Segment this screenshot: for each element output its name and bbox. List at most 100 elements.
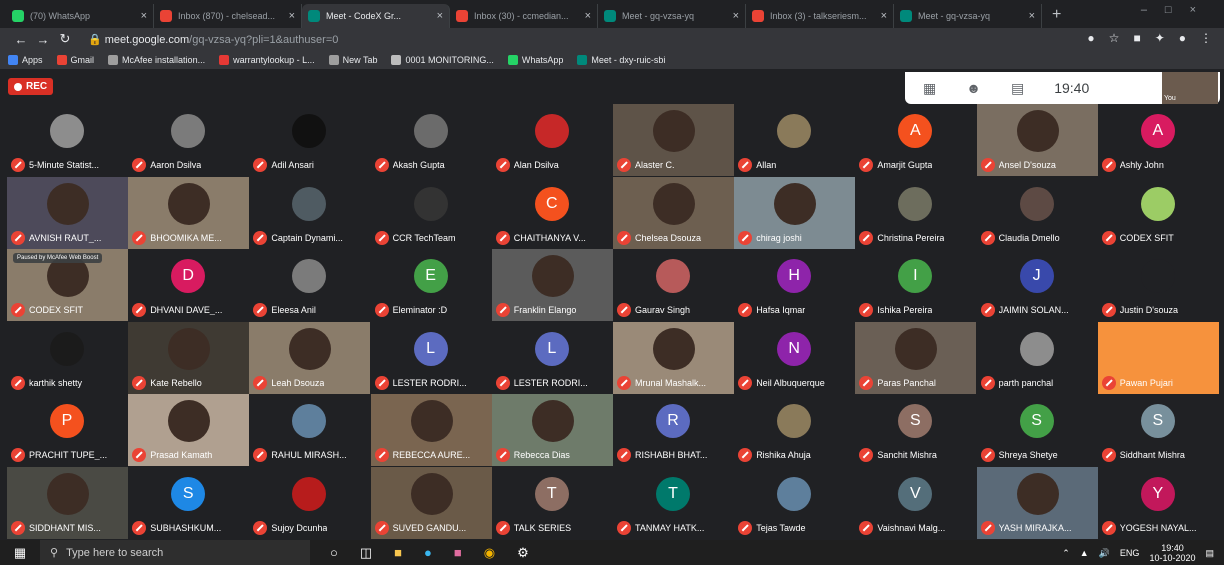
participant-tile[interactable]: RAHUL MIRASH... — [249, 394, 371, 467]
participant-tile[interactable]: Paused by McAfee Web Boost CODEX SFIT — [7, 249, 128, 322]
reload-icon[interactable]: ↻ — [54, 31, 76, 47]
participant-tile[interactable]: T TALK SERIES — [491, 467, 613, 539]
participant-tile[interactable]: Franklin Elango — [491, 249, 613, 322]
browser-tab[interactable]: Inbox (870) - chelsead... × — [154, 4, 302, 28]
browser-tab[interactable]: Inbox (3) - talkseriesm... × — [746, 4, 894, 28]
participant-tile[interactable]: SIDDHANT MIS... — [7, 467, 128, 539]
participant-tile[interactable]: D DHVANI DAVE_... — [128, 249, 250, 322]
participant-tile[interactable]: A Ashly John — [1097, 104, 1219, 176]
window-controls[interactable]: –□× — [1141, 4, 1214, 16]
bookmark-item[interactable]: McAfee installation... — [108, 54, 205, 65]
participant-tile[interactable]: V Vaishnavi Malg... — [855, 467, 977, 539]
bookmark-item[interactable]: warrantylookup - L... — [219, 54, 315, 65]
participant-tile[interactable]: Paras Panchal — [855, 321, 977, 394]
participant-tile[interactable]: Aaron Dsilva — [128, 104, 250, 176]
tab-close-icon[interactable]: × — [585, 10, 591, 22]
participant-tile[interactable]: I Ishika Pereira — [855, 249, 977, 322]
windows-start-icon[interactable]: ▦ — [0, 545, 40, 561]
participant-tile[interactable]: A Amarjit Gupta — [855, 104, 977, 176]
back-icon[interactable]: ← — [10, 32, 32, 47]
participant-tile[interactable]: Rishika Ahuja — [734, 394, 856, 467]
grid-layout-icon[interactable]: ▦ — [923, 80, 936, 97]
settings-gear-icon[interactable]: ⚙ — [517, 545, 529, 561]
tab-close-icon[interactable]: × — [437, 10, 443, 22]
participant-tile[interactable]: Justin D'souza — [1097, 249, 1219, 322]
tab-close-icon[interactable]: × — [1029, 10, 1035, 22]
bookmark-item[interactable]: Apps — [8, 54, 43, 65]
participant-tile[interactable]: parth panchal — [976, 321, 1098, 394]
participant-tile[interactable]: S Shreya Shetye — [976, 394, 1098, 467]
participant-tile[interactable]: chirag joshi — [734, 176, 856, 249]
participant-tile[interactable]: Pawan Pujari — [1097, 321, 1219, 394]
url-field[interactable]: 🔒 meet.google.com/gq-vzsa-yq?pli=1&authu… — [88, 33, 338, 46]
participant-tile[interactable]: H Hafsa Iqmar — [734, 249, 856, 322]
notifications-icon[interactable]: ▤ — [1205, 548, 1214, 559]
participant-tile[interactable]: E Eleminator :D — [370, 249, 492, 322]
participant-tile[interactable]: Ansel D'souza — [976, 104, 1098, 176]
forward-icon[interactable]: → — [32, 32, 54, 47]
browser-tab[interactable]: (70) WhatsApp × — [6, 4, 154, 28]
participant-tile[interactable]: Akash Gupta — [370, 104, 492, 176]
self-view-tile[interactable]: You — [1162, 72, 1218, 104]
participant-tile[interactable]: Mrunal Mashalk... — [613, 321, 734, 394]
participant-tile[interactable]: Gaurav Singh — [613, 249, 734, 322]
participant-tile[interactable]: Rebecca Dias — [491, 394, 613, 467]
language-indicator[interactable]: ENG — [1120, 548, 1140, 558]
participant-tile[interactable]: BHOOMIKA ME... — [128, 176, 250, 249]
participant-tile[interactable]: Captain Dynami... — [249, 176, 371, 249]
participant-tile[interactable]: Allan — [734, 104, 856, 176]
participant-tile[interactable]: Eleesa Anil — [249, 249, 371, 322]
participant-tile[interactable]: T TANMAY HATK... — [613, 467, 734, 539]
participant-tile[interactable]: J JAIMIN SOLAN... — [976, 249, 1098, 322]
participant-tile[interactable]: CCR TechTeam — [370, 176, 492, 249]
participant-tile[interactable]: Tejas Tawde — [734, 467, 856, 539]
cortana-icon[interactable]: ○ — [330, 545, 338, 561]
store-icon[interactable]: ■ — [454, 545, 462, 561]
menu-kebab-icon[interactable]: ⋮ — [1200, 31, 1212, 45]
participant-tile[interactable]: S Sanchit Mishra — [855, 394, 977, 467]
browser-tab[interactable]: Inbox (30) - ccmedian... × — [450, 4, 598, 28]
browser-tab[interactable]: Meet - gq-vzsa-yq × — [598, 4, 746, 28]
participant-tile[interactable]: S Siddhant Mishra — [1097, 394, 1219, 467]
task-view-icon[interactable]: ◫ — [360, 545, 372, 561]
participant-tile[interactable]: Christina Pereira — [855, 176, 977, 249]
bookmark-item[interactable]: Meet - dxy-ruic-sbi — [577, 54, 665, 65]
participant-tile[interactable]: karthik shetty — [7, 321, 128, 394]
participant-tile[interactable]: YASH MIRAJKA... — [976, 467, 1098, 539]
bookmark-item[interactable]: WhatsApp — [507, 54, 563, 65]
tab-close-icon[interactable]: × — [289, 10, 295, 22]
participant-tile[interactable]: Kate Rebello — [128, 321, 250, 394]
participant-tile[interactable]: S SUBHASHKUM... — [128, 467, 250, 539]
extension-icon[interactable]: ■ — [1133, 31, 1140, 45]
bookmark-item[interactable]: Gmail — [56, 54, 94, 65]
participant-tile[interactable]: R RISHABH BHAT... — [613, 394, 734, 467]
participant-tile[interactable]: AVNISH RAUT_... — [7, 176, 128, 249]
participant-tile[interactable]: SUVED GANDU... — [370, 467, 492, 539]
participants-icon[interactable]: ☻ — [966, 80, 981, 96]
volume-icon[interactable]: 🔊 — [1099, 548, 1110, 559]
taskbar-search[interactable]: ⚲ Type here to search — [40, 540, 310, 565]
bookmark-item[interactable]: New Tab — [328, 54, 377, 65]
file-explorer-icon[interactable]: ■ — [394, 545, 402, 561]
network-icon[interactable]: ▲ — [1080, 548, 1089, 558]
participant-tile[interactable]: Prasad Kamath — [128, 394, 250, 467]
participant-tile[interactable]: Chelsea Dsouza — [613, 176, 734, 249]
participant-tile[interactable]: Claudia Dmello — [976, 176, 1098, 249]
tab-close-icon[interactable]: × — [733, 10, 739, 22]
chrome-icon[interactable]: ◉ — [484, 545, 495, 561]
browser-tab[interactable]: Meet - CodeX Gr... × — [302, 4, 450, 28]
participant-tile[interactable]: Alaster C. — [613, 104, 734, 176]
participant-tile[interactable]: Sujoy Dcunha — [249, 467, 371, 539]
bookmark-item[interactable]: 0001 MONITORING... — [391, 54, 494, 65]
profile-avatar[interactable]: ● — [1179, 31, 1186, 45]
bookmark-star-icon[interactable]: ☆ — [1109, 31, 1120, 45]
camera-icon[interactable]: ● — [1087, 31, 1094, 45]
edge-icon[interactable]: ● — [424, 545, 432, 561]
participant-tile[interactable]: Leah Dsouza — [249, 321, 371, 394]
tray-chevron-icon[interactable]: ⌃ — [1062, 548, 1070, 559]
participant-tile[interactable]: P PRACHIT TUPE_... — [7, 394, 128, 467]
participant-tile[interactable]: L LESTER RODRI... — [370, 321, 492, 394]
participant-tile[interactable]: C CHAITHANYA V... — [491, 176, 613, 249]
participant-tile[interactable]: N Neil Albuquerque — [734, 321, 856, 394]
tab-close-icon[interactable]: × — [141, 10, 147, 22]
